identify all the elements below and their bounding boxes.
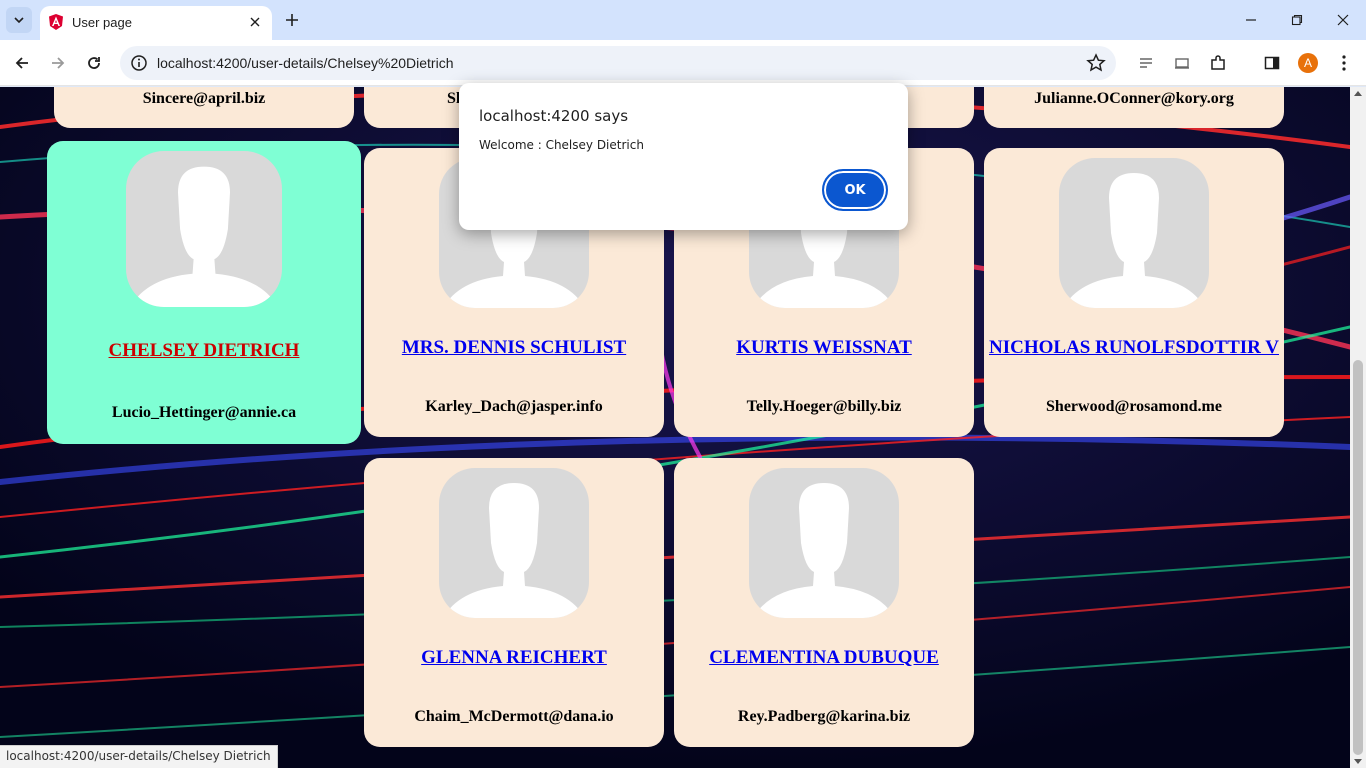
user-name-link[interactable]: CLEMENTINA DUBUQUE [674, 647, 974, 669]
user-email: Sherwood@rosamond.me [1046, 398, 1222, 415]
back-arrow-icon[interactable] [10, 51, 34, 75]
menu-kebab-icon[interactable] [1332, 51, 1356, 75]
user-name-link[interactable]: CHELSEY DIETRICH [47, 340, 361, 362]
alert-dialog: localhost:4200 says Welcome : Chelsey Di… [459, 83, 908, 230]
link-status-bar: localhost:4200/user-details/Chelsey Diet… [0, 745, 278, 768]
user-avatar [126, 151, 282, 307]
scroll-thumb[interactable] [1353, 360, 1363, 755]
profile-avatar[interactable]: A [1298, 53, 1318, 73]
tab-search-button[interactable] [6, 7, 32, 33]
reading-list-icon[interactable] [1134, 51, 1158, 75]
user-card[interactable]: CLEMENTINA DUBUQUE Rey.Padberg@karina.bi… [674, 458, 974, 747]
dialog-message: Welcome : Chelsey Dietrich [479, 138, 644, 152]
tab-title: User page [72, 15, 132, 30]
reload-icon[interactable] [82, 51, 106, 75]
browser-tab[interactable]: User page [40, 6, 272, 40]
user-email: Rey.Padberg@karina.biz [737, 708, 911, 725]
user-card: Sincere@april.biz [54, 87, 354, 128]
address-bar[interactable]: localhost:4200/user-details/Chelsey%20Di… [120, 46, 1116, 80]
user-name-link[interactable]: MRS. DENNIS SCHULIST [364, 337, 664, 359]
user-email: Karley_Dach@jasper.info [425, 398, 603, 415]
user-silhouette-icon [1063, 173, 1205, 308]
user-card-selected[interactable]: CHELSEY DIETRICH Lucio_Hettinger@annie.c… [47, 141, 361, 444]
side-panel-icon[interactable] [1260, 51, 1284, 75]
user-name-link[interactable]: GLENNA REICHERT [364, 647, 664, 669]
scroll-up-arrow-icon[interactable] [1354, 91, 1362, 96]
user-email: Lucio_Hettinger@annie.ca [111, 404, 297, 421]
restore-icon[interactable] [1274, 0, 1320, 40]
user-silhouette-icon [443, 483, 585, 618]
angular-logo-icon [49, 14, 63, 30]
page-scrollbar[interactable] [1350, 87, 1366, 768]
scroll-down-arrow-icon[interactable] [1354, 759, 1362, 764]
user-card: Julianne.OConner@kory.org [984, 87, 1284, 128]
user-name-link[interactable]: KURTIS WEISSNAT [674, 337, 974, 359]
user-email: Sincere@april.biz [142, 90, 266, 107]
user-avatar [1059, 158, 1209, 308]
user-silhouette-icon [130, 166, 278, 307]
user-avatar [439, 468, 589, 618]
browser-toolbar: localhost:4200/user-details/Chelsey%20Di… [0, 40, 1366, 86]
user-silhouette-icon [753, 483, 895, 618]
user-card[interactable]: NICHOLAS RUNOLFSDOTTIR V Sherwood@rosamo… [984, 148, 1284, 437]
ok-button[interactable]: OK [822, 169, 888, 211]
url-text[interactable]: localhost:4200/user-details/Chelsey%20Di… [157, 55, 454, 71]
user-email: Telly.Hoeger@billy.biz [746, 398, 902, 415]
cast-icon[interactable] [1170, 51, 1194, 75]
chevron-down-icon [14, 17, 24, 24]
user-name-link[interactable]: NICHOLAS RUNOLFSDOTTIR V [984, 337, 1284, 359]
user-email: Chaim_McDermott@dana.io [414, 708, 614, 725]
bookmark-star-icon[interactable] [1086, 53, 1106, 73]
user-email: Julianne.OConner@kory.org [1034, 90, 1234, 107]
new-tab-icon[interactable] [282, 10, 302, 30]
minimize-icon[interactable] [1228, 0, 1274, 40]
tab-strip: User page [0, 0, 1366, 40]
forward-arrow-icon[interactable] [46, 51, 70, 75]
dialog-title: localhost:4200 says [479, 107, 629, 125]
close-tab-icon[interactable] [246, 13, 264, 31]
extensions-icon[interactable] [1206, 51, 1230, 75]
close-window-icon[interactable] [1320, 0, 1366, 40]
site-info-icon[interactable] [130, 54, 148, 72]
user-avatar [749, 468, 899, 618]
user-card[interactable]: GLENNA REICHERT Chaim_McDermott@dana.io [364, 458, 664, 747]
